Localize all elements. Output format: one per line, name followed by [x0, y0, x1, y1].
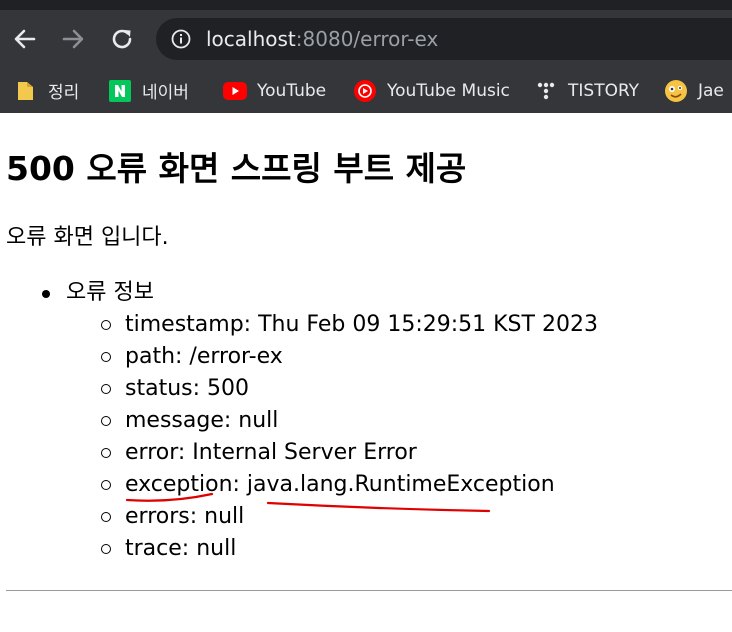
browser-chrome: localhost:8080/error-ex 정리 네이버 YouTube Y… — [0, 0, 732, 113]
circle-bullet-icon — [101, 416, 111, 426]
circle-bullet-icon — [101, 320, 111, 330]
bookmark-tistory[interactable]: TISTORY — [534, 68, 639, 113]
arrow-left-icon — [14, 29, 36, 49]
browser-toolbar: localhost:8080/error-ex — [0, 10, 732, 68]
horizontal-rule — [6, 590, 732, 591]
page-title: 500 오류 화면 스프링 부트 제공 — [6, 149, 467, 188]
naver-icon — [108, 79, 132, 103]
emoji-icon — [664, 79, 688, 103]
circle-bullet-icon — [101, 544, 111, 554]
circle-bullet-icon — [101, 480, 111, 490]
list-item: message: null — [6, 405, 598, 437]
url-text[interactable]: localhost:8080/error-ex — [206, 27, 438, 51]
error-info-details: timestamp: Thu Feb 09 15:29:51 KST 2023 … — [6, 309, 598, 565]
bookmark-label: YouTube — [257, 80, 327, 101]
circle-bullet-icon — [101, 384, 111, 394]
error-info-heading: 오류 정보 — [66, 280, 154, 305]
page-description: 오류 화면 입니다. — [6, 225, 169, 250]
tab-strip — [0, 0, 732, 10]
bookmark-youtube-music[interactable]: YouTube Music — [353, 68, 510, 113]
error-info-list: 오류 정보 timestamp: Thu Feb 09 15:29:51 KST… — [6, 277, 598, 565]
bookmark-label: Jae — [698, 80, 724, 101]
list-item: status: 500 — [6, 373, 598, 405]
info-error: error: Internal Server Error — [125, 440, 417, 465]
circle-bullet-icon — [101, 512, 111, 522]
url-path: :8080/error-ex — [295, 27, 439, 51]
info-trace: trace: null — [125, 536, 237, 561]
list-item: timestamp: Thu Feb 09 15:29:51 KST 2023 — [6, 309, 598, 341]
info-icon[interactable] — [170, 28, 192, 50]
youtube-music-icon — [353, 79, 377, 103]
youtube-icon — [223, 79, 247, 103]
bookmark-label: YouTube Music — [387, 80, 510, 101]
list-item: errors: null — [6, 501, 598, 533]
url-host: localhost — [206, 27, 296, 51]
list-item: path: /error-ex — [6, 341, 598, 373]
reload-icon — [112, 29, 132, 49]
reload-button[interactable] — [107, 24, 137, 54]
bookmark-label: 정리 — [48, 83, 80, 103]
info-status: status: 500 — [125, 376, 249, 401]
forward-button[interactable] — [58, 24, 88, 54]
list-item: trace: null — [6, 533, 598, 565]
circle-bullet-icon — [101, 352, 111, 362]
tistory-icon — [534, 79, 558, 103]
bookmarks-bar: 정리 네이버 YouTube YouTube Music TISTORY Jae — [0, 68, 732, 113]
bookmark-label: TISTORY — [568, 80, 640, 101]
bullet-icon — [42, 290, 50, 298]
list-item: error: Internal Server Error — [6, 437, 598, 469]
info-timestamp: timestamp: Thu Feb 09 15:29:51 KST 2023 — [125, 312, 598, 337]
bookmark-naver[interactable]: 네이버 — [108, 68, 189, 113]
info-errors: errors: null — [125, 504, 245, 529]
bookmark-youtube[interactable]: YouTube — [223, 68, 326, 113]
folder-icon — [14, 79, 38, 103]
error-info-heading-item: 오류 정보 timestamp: Thu Feb 09 15:29:51 KST… — [6, 277, 598, 565]
circle-bullet-icon — [101, 448, 111, 458]
bookmark-label: 네이버 — [142, 83, 189, 103]
bookmark-jae[interactable]: Jae — [664, 68, 724, 113]
back-button[interactable] — [10, 24, 40, 54]
info-message: message: null — [125, 408, 279, 433]
bookmark-folder[interactable]: 정리 — [14, 68, 79, 113]
arrow-right-icon — [62, 29, 84, 49]
info-exception: exception: java.lang.RuntimeException — [125, 472, 555, 497]
list-item: exception: java.lang.RuntimeException — [6, 469, 598, 501]
info-path: path: /error-ex — [125, 344, 283, 369]
address-bar[interactable]: localhost:8080/error-ex — [156, 18, 732, 60]
